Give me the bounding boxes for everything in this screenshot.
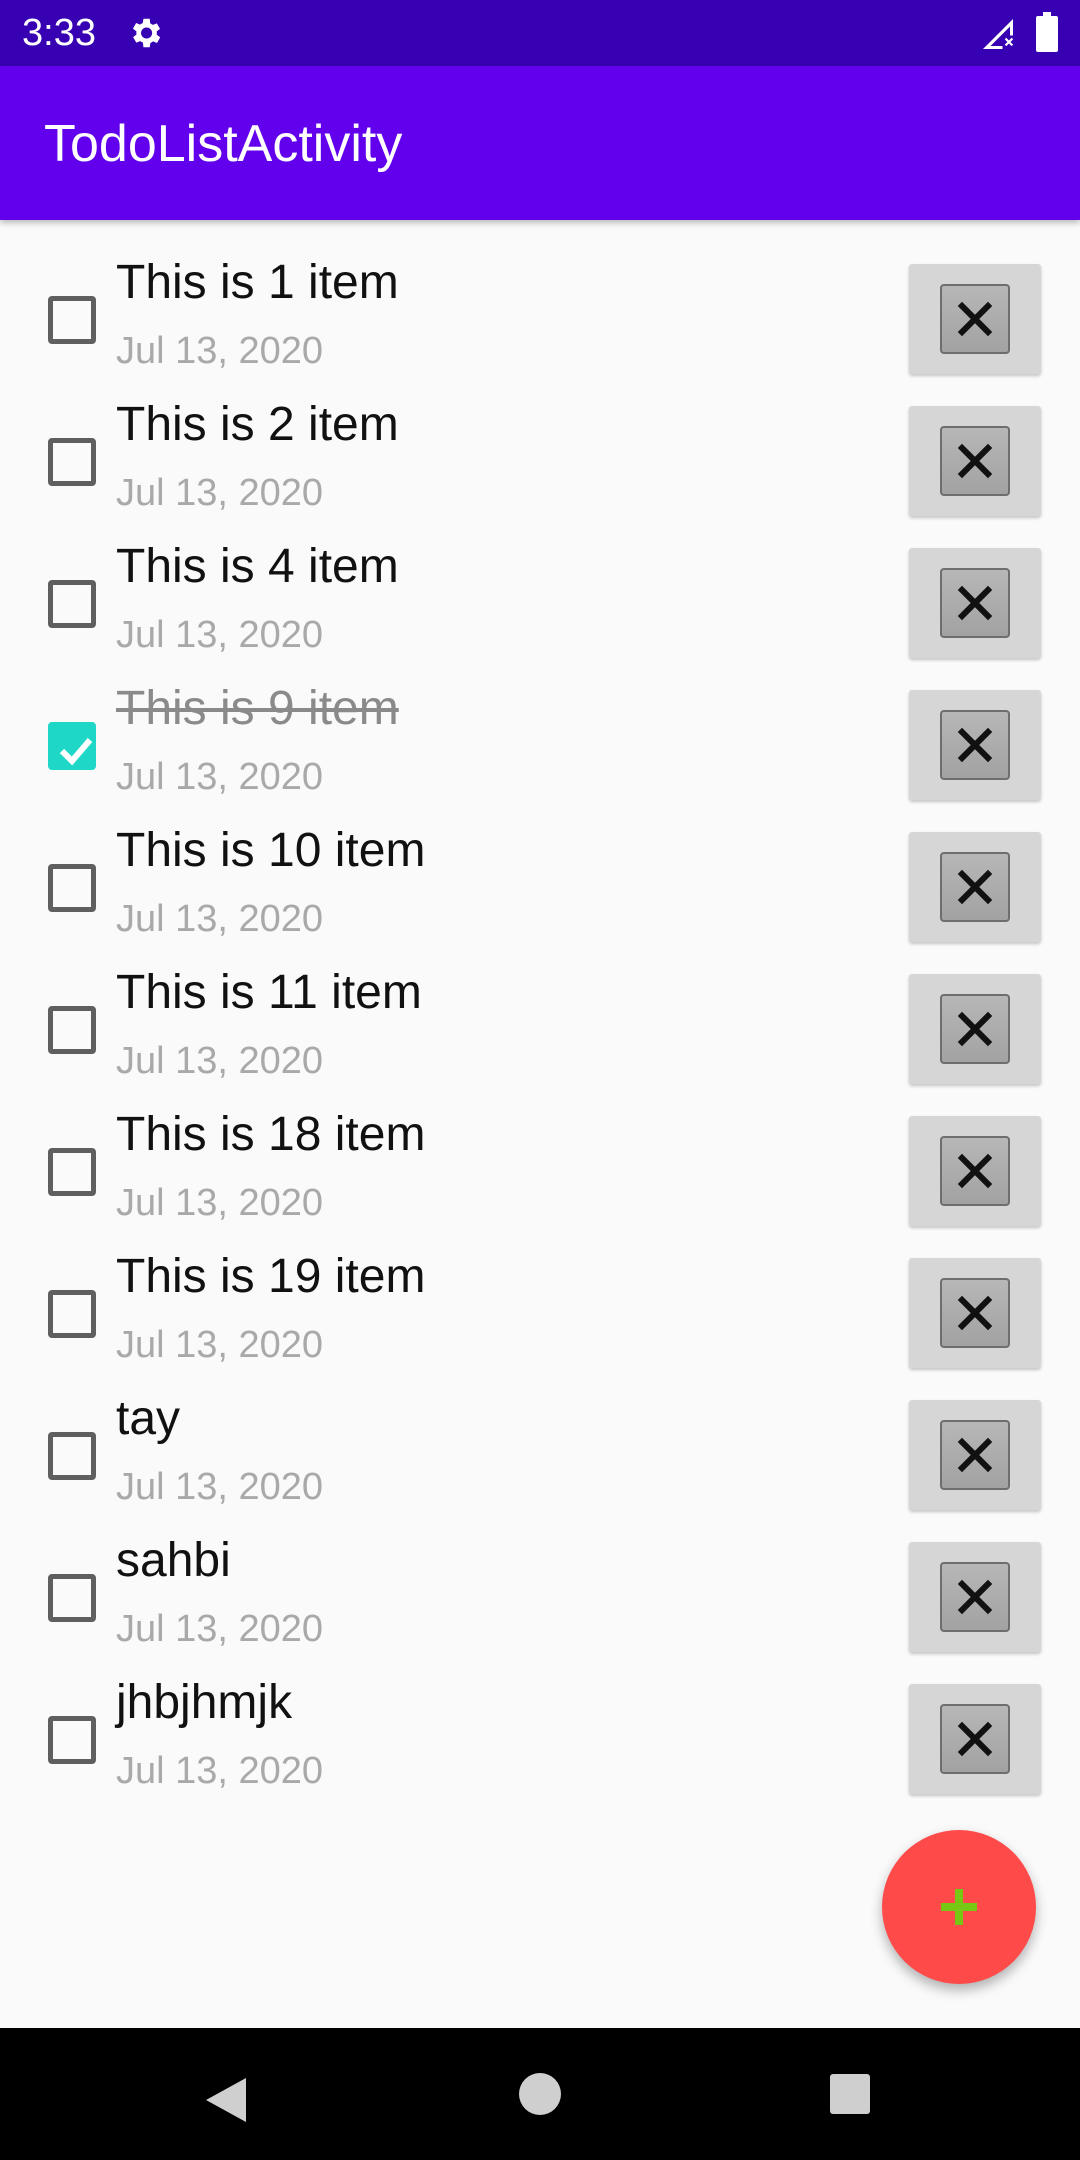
todo-date: Jul 13, 2020 [116, 756, 324, 798]
close-icon [940, 1420, 1010, 1490]
battery-icon [1036, 12, 1058, 52]
checkmark-icon [59, 738, 93, 766]
todo-date: Jul 13, 2020 [116, 1040, 324, 1082]
todo-title: sahbi [116, 1534, 231, 1587]
delete-button[interactable] [909, 406, 1041, 516]
todo-date: Jul 13, 2020 [116, 1182, 324, 1224]
todo-row: This is 2 item Jul 13, 2020 [0, 392, 1080, 534]
delete-button[interactable] [909, 264, 1041, 374]
todo-date: Jul 13, 2020 [116, 898, 324, 940]
close-icon [940, 852, 1010, 922]
todo-row: sahbi Jul 13, 2020 [0, 1528, 1080, 1670]
page-title: TodoListActivity [44, 115, 403, 173]
todo-date: Jul 13, 2020 [116, 472, 324, 514]
plus-icon [941, 1889, 977, 1925]
todo-row: jhbjhmjk Jul 13, 2020 [0, 1670, 1080, 1812]
todo-title: This is 9 item [116, 682, 399, 735]
todo-date: Jul 13, 2020 [116, 614, 324, 656]
checkbox[interactable] [48, 1716, 96, 1764]
todo-title: This is 11 item [116, 966, 422, 1019]
todo-title: This is 19 item [116, 1250, 426, 1303]
todo-row: This is 4 item Jul 13, 2020 [0, 534, 1080, 676]
delete-button[interactable] [909, 1116, 1041, 1226]
checkbox[interactable] [48, 438, 96, 486]
delete-button[interactable] [909, 690, 1041, 800]
delete-button[interactable] [909, 548, 1041, 658]
checkbox[interactable] [48, 580, 96, 628]
delete-button[interactable] [909, 1542, 1041, 1652]
close-icon [940, 1562, 1010, 1632]
close-icon [940, 1136, 1010, 1206]
delete-button[interactable] [909, 1400, 1041, 1510]
status-bar: 3:33 [0, 0, 1080, 66]
checkbox[interactable] [48, 1148, 96, 1196]
close-icon [940, 1704, 1010, 1774]
checkbox[interactable] [48, 864, 96, 912]
checkbox-checked[interactable] [48, 722, 96, 770]
checkbox[interactable] [48, 1574, 96, 1622]
todo-row: This is 9 item Jul 13, 2020 [0, 676, 1080, 818]
todo-row: This is 18 item Jul 13, 2020 [0, 1102, 1080, 1244]
close-icon [940, 1278, 1010, 1348]
delete-button[interactable] [909, 1684, 1041, 1794]
todo-date: Jul 13, 2020 [116, 1324, 324, 1366]
app-bar: TodoListActivity [0, 66, 1080, 220]
todo-date: Jul 13, 2020 [116, 330, 324, 372]
todo-row: This is 10 item Jul 13, 2020 [0, 818, 1080, 960]
todo-row: This is 19 item Jul 13, 2020 [0, 1244, 1080, 1386]
todo-title: jhbjhmjk [116, 1676, 293, 1729]
delete-button[interactable] [909, 974, 1041, 1084]
todo-row: This is 11 item Jul 13, 2020 [0, 960, 1080, 1102]
todo-title: This is 10 item [116, 824, 426, 877]
todo-row: This is 1 item Jul 13, 2020 [0, 250, 1080, 392]
checkbox[interactable] [48, 1432, 96, 1480]
checkbox[interactable] [48, 1290, 96, 1338]
close-icon [940, 710, 1010, 780]
todo-title: This is 18 item [116, 1108, 426, 1161]
todo-title: This is 4 item [116, 540, 399, 593]
status-time: 3:33 [22, 12, 96, 54]
add-item-button[interactable] [882, 1830, 1036, 1984]
close-icon [940, 994, 1010, 1064]
todo-title: This is 2 item [116, 398, 399, 451]
close-icon [940, 284, 1010, 354]
todo-date: Jul 13, 2020 [116, 1750, 324, 1792]
todo-list: This is 1 item Jul 13, 2020 This is 2 item… [0, 250, 1080, 1812]
todo-row: tay Jul 13, 2020 [0, 1386, 1080, 1528]
todo-title: This is 1 item [116, 256, 399, 309]
recent-apps-icon[interactable] [828, 2072, 872, 2116]
checkbox[interactable] [48, 1006, 96, 1054]
delete-button[interactable] [909, 832, 1041, 942]
signal-icon [980, 16, 1016, 52]
navigation-bar [0, 2028, 1080, 2160]
checkbox[interactable] [48, 296, 96, 344]
todo-date: Jul 13, 2020 [116, 1608, 324, 1650]
home-icon[interactable] [518, 2072, 562, 2116]
close-icon [940, 426, 1010, 496]
gear-icon [126, 14, 164, 52]
todo-date: Jul 13, 2020 [116, 1466, 324, 1508]
todo-title: tay [116, 1392, 181, 1445]
delete-button[interactable] [909, 1258, 1041, 1368]
close-icon [940, 568, 1010, 638]
